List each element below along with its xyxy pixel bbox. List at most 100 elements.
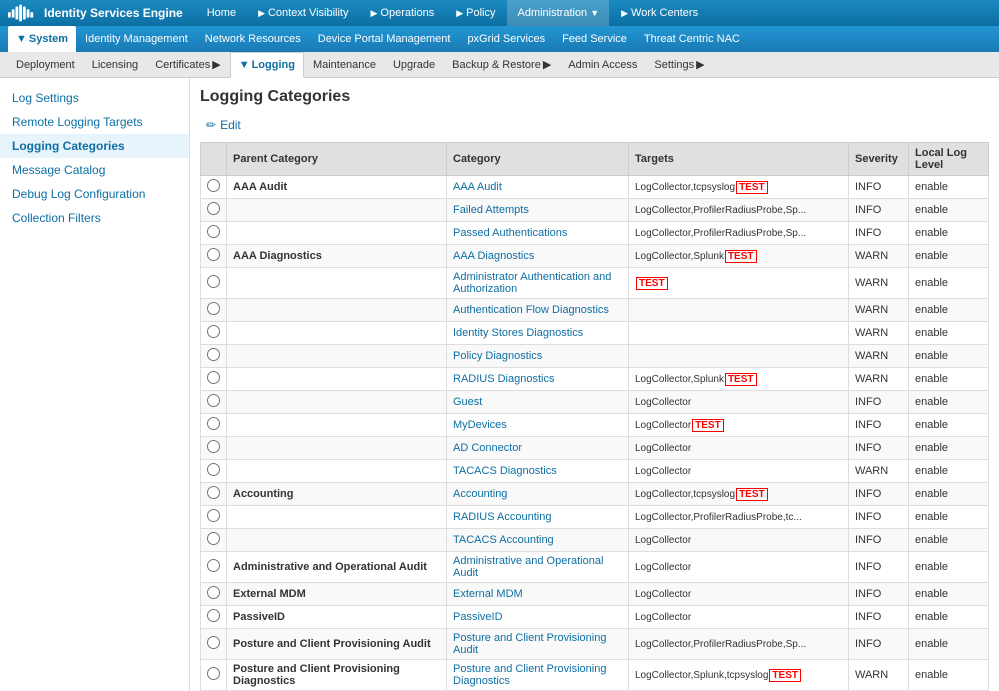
parent-category: Posture and Client Provisioning Diagnost… — [227, 660, 447, 691]
category-link[interactable]: Posture and Client Provisioning Audit — [447, 629, 629, 660]
severity-cell: WARN — [849, 660, 909, 691]
targets-cell: LogCollector,SplunkTEST — [629, 245, 849, 268]
row-radio[interactable] — [207, 486, 220, 499]
row-radio[interactable] — [207, 463, 220, 476]
category-link[interactable]: Guest — [447, 391, 629, 414]
row-radio[interactable] — [207, 302, 220, 315]
targets-cell: LogCollector — [629, 583, 849, 606]
category-link[interactable]: AD Connector — [447, 437, 629, 460]
nav-maintenance[interactable]: Maintenance — [305, 52, 384, 78]
nav-licensing[interactable]: Licensing — [84, 52, 146, 78]
local-log-level-cell: enable — [909, 552, 989, 583]
table-row: TACACS AccountingLogCollectorINFOenable — [201, 529, 989, 552]
nav-deployment[interactable]: Deployment — [8, 52, 83, 78]
category-link[interactable]: Passed Authentications — [447, 222, 629, 245]
nav-backup-restore[interactable]: Backup & Restore▶ — [444, 52, 559, 78]
nav-admin-access[interactable]: Admin Access — [560, 52, 645, 78]
col-category: Category — [447, 143, 629, 176]
nav-administration[interactable]: Administration▼ — [507, 0, 609, 26]
sidebar-log-settings[interactable]: Log Settings — [0, 86, 189, 110]
cisco-logo — [8, 3, 36, 23]
local-log-level-cell: enable — [909, 199, 989, 222]
targets-cell — [629, 322, 849, 345]
targets-cell: LogCollector — [629, 391, 849, 414]
edit-button[interactable]: ✏ Edit — [200, 116, 247, 134]
nav-device-portal[interactable]: Device Portal Management — [310, 26, 459, 52]
category-link[interactable]: Failed Attempts — [447, 199, 629, 222]
test-badge: TEST — [769, 669, 801, 682]
category-link[interactable]: Policy Diagnostics — [447, 345, 629, 368]
row-radio[interactable] — [207, 559, 220, 572]
parent-category: External MDM — [227, 583, 447, 606]
parent-category: Administrative and Operational Audit — [227, 552, 447, 583]
nav-identity-management[interactable]: Identity Management — [77, 26, 196, 52]
table-row: AAA DiagnosticsAAA DiagnosticsLogCollect… — [201, 245, 989, 268]
category-link[interactable]: Authentication Flow Diagnostics — [447, 299, 629, 322]
local-log-level-cell: enable — [909, 245, 989, 268]
row-radio[interactable] — [207, 225, 220, 238]
parent-category — [227, 460, 447, 483]
row-radio[interactable] — [207, 275, 220, 288]
severity-cell: INFO — [849, 552, 909, 583]
nav-home[interactable]: Home — [197, 0, 246, 26]
parent-category: AAA Audit — [227, 176, 447, 199]
sidebar-collection-filters[interactable]: Collection Filters — [0, 206, 189, 230]
category-link[interactable]: AAA Diagnostics — [447, 245, 629, 268]
nav-operations[interactable]: ▶Operations — [360, 0, 444, 26]
row-radio[interactable] — [207, 440, 220, 453]
nav-threat-centric[interactable]: Threat Centric NAC — [636, 26, 748, 52]
row-radio[interactable] — [207, 325, 220, 338]
table-row: PassiveIDPassiveIDLogCollectorINFOenable — [201, 606, 989, 629]
row-radio[interactable] — [207, 202, 220, 215]
row-radio[interactable] — [207, 348, 220, 361]
nav-network-resources[interactable]: Network Resources — [197, 26, 309, 52]
targets-cell: LogCollector,tcpsyslogTEST — [629, 483, 849, 506]
category-link[interactable]: AAA Audit — [447, 176, 629, 199]
category-link[interactable]: External MDM — [447, 583, 629, 606]
sidebar-message-catalog[interactable]: Message Catalog — [0, 158, 189, 182]
nav-policy[interactable]: ▶Policy — [446, 0, 505, 26]
row-radio[interactable] — [207, 179, 220, 192]
row-radio[interactable] — [207, 586, 220, 599]
col-local: Local Log Level — [909, 143, 989, 176]
nav-certificates[interactable]: Certificates▶ — [147, 52, 229, 78]
sidebar: Log Settings Remote Logging Targets Logg… — [0, 78, 190, 691]
category-link[interactable]: Posture and Client Provisioning Diagnost… — [447, 660, 629, 691]
category-link[interactable]: TACACS Diagnostics — [447, 460, 629, 483]
sidebar-remote-logging[interactable]: Remote Logging Targets — [0, 110, 189, 134]
row-radio[interactable] — [207, 394, 220, 407]
targets-cell: LogCollector,ProfilerRadiusProbe,tc... — [629, 506, 849, 529]
nav-pxgrid[interactable]: pxGrid Services — [459, 26, 553, 52]
sidebar-logging-categories[interactable]: Logging Categories — [0, 134, 189, 158]
nav-settings[interactable]: Settings▶ — [646, 52, 712, 78]
category-link[interactable]: Administrative and Operational Audit — [447, 552, 629, 583]
nav-work-centers[interactable]: ▶Work Centers — [611, 0, 708, 26]
row-radio[interactable] — [207, 509, 220, 522]
row-radio[interactable] — [207, 417, 220, 430]
row-radio[interactable] — [207, 609, 220, 622]
sidebar-debug-log[interactable]: Debug Log Configuration — [0, 182, 189, 206]
row-radio[interactable] — [207, 532, 220, 545]
test-badge: TEST — [736, 181, 768, 194]
row-radio[interactable] — [207, 371, 220, 384]
nav-context-visibility[interactable]: ▶Context Visibility — [248, 0, 358, 26]
row-radio[interactable] — [207, 248, 220, 261]
category-link[interactable]: PassiveID — [447, 606, 629, 629]
nav-logging[interactable]: ▼Logging — [230, 52, 304, 78]
nav-system[interactable]: ▼System — [8, 26, 76, 52]
category-link[interactable]: Administrator Authentication and Authori… — [447, 268, 629, 299]
local-log-level-cell: enable — [909, 322, 989, 345]
severity-cell: WARN — [849, 368, 909, 391]
category-link[interactable]: Accounting — [447, 483, 629, 506]
nav-upgrade[interactable]: Upgrade — [385, 52, 443, 78]
category-link[interactable]: MyDevices — [447, 414, 629, 437]
category-link[interactable]: TACACS Accounting — [447, 529, 629, 552]
row-radio[interactable] — [207, 636, 220, 649]
category-link[interactable]: RADIUS Accounting — [447, 506, 629, 529]
category-link[interactable]: RADIUS Diagnostics — [447, 368, 629, 391]
nav-feed-service[interactable]: Feed Service — [554, 26, 635, 52]
category-link[interactable]: Identity Stores Diagnostics — [447, 322, 629, 345]
local-log-level-cell: enable — [909, 414, 989, 437]
targets-cell — [629, 345, 849, 368]
row-radio[interactable] — [207, 667, 220, 680]
